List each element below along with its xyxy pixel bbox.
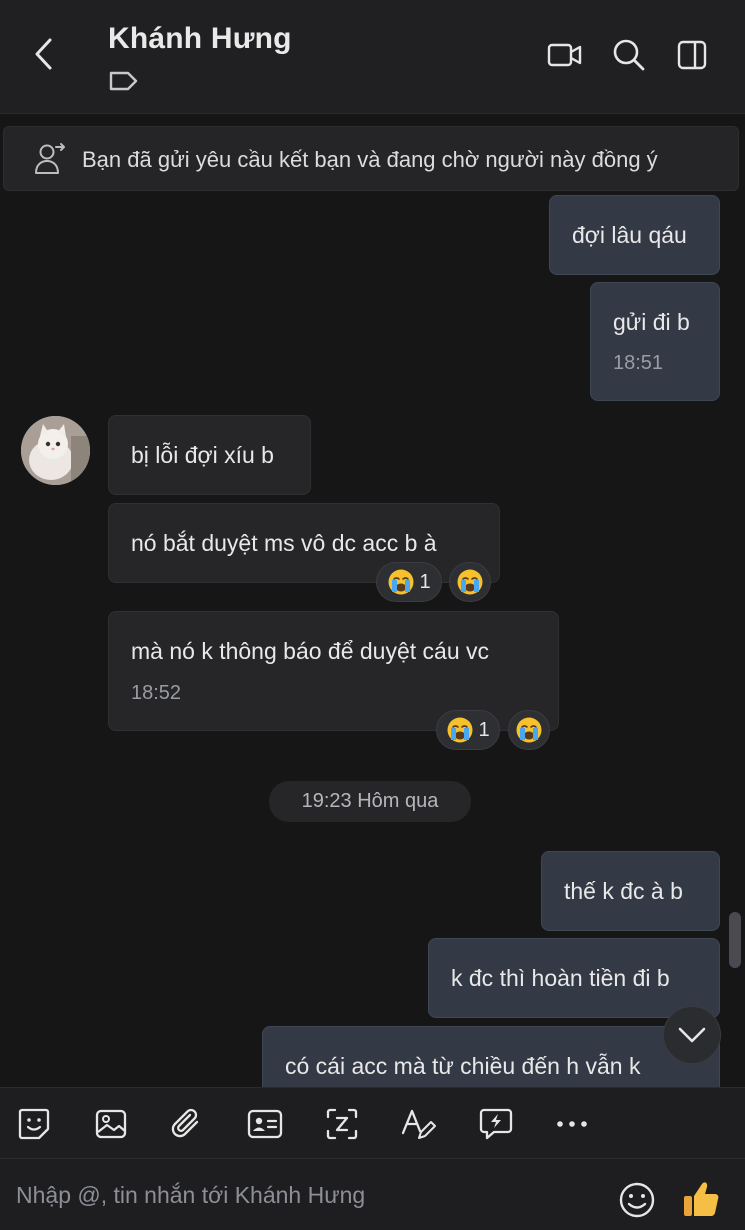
crying-face-emoji-icon xyxy=(457,569,483,595)
crying-face-emoji-icon xyxy=(447,717,473,743)
back-button[interactable] xyxy=(26,34,62,74)
reaction-count-badge[interactable]: 1 xyxy=(436,710,500,750)
message-bubble-sent[interactable]: thế k đc à b xyxy=(541,851,720,931)
user-request-icon xyxy=(35,143,65,174)
emoji-button[interactable] xyxy=(617,1180,657,1220)
attachment-icon xyxy=(171,1108,199,1138)
tag-icon xyxy=(109,71,138,91)
reaction-count: 1 xyxy=(419,570,431,593)
contact-card-icon xyxy=(247,1109,283,1139)
side-panel-icon xyxy=(677,40,707,70)
back-icon xyxy=(35,38,52,70)
add-reaction-button[interactable] xyxy=(449,562,491,602)
add-reaction-button[interactable] xyxy=(508,710,550,750)
contact-card-button[interactable] xyxy=(245,1104,285,1144)
scrollbar-thumb[interactable] xyxy=(729,912,741,968)
reaction-count: 1 xyxy=(478,718,490,741)
crying-face-emoji-icon xyxy=(388,569,414,595)
scroll-to-bottom-button[interactable] xyxy=(663,1006,721,1064)
quick-message-button[interactable] xyxy=(476,1104,516,1144)
message-bubble-sent[interactable]: k đc thì hoàn tiền đi b xyxy=(428,938,720,1018)
side-panel-button[interactable] xyxy=(672,36,712,74)
message-text: có cái acc mà từ chiều đến h vẫn k xyxy=(285,1053,641,1079)
message-text: gửi đi b xyxy=(613,309,690,335)
message-text: k đc thì hoàn tiền đi b xyxy=(451,965,670,991)
message-time: 18:51 xyxy=(613,352,664,374)
contact-name[interactable]: Khánh Hưng xyxy=(108,22,292,56)
sticker-icon xyxy=(18,1108,50,1140)
composer-toolbar xyxy=(0,1087,745,1159)
more-icon xyxy=(557,1121,587,1127)
crying-face-emoji-icon xyxy=(516,717,542,743)
tag-button[interactable] xyxy=(108,68,140,94)
quick-like-button[interactable] xyxy=(680,1178,722,1220)
message-text: bị lỗi đợi xíu b xyxy=(131,442,274,468)
search-icon xyxy=(613,39,645,71)
date-separator: 19:23 Hôm qua xyxy=(269,781,471,822)
message-text: mà nó k thông báo để duyệt cáu vc xyxy=(131,638,490,664)
image-icon xyxy=(95,1109,127,1139)
chat-window: Khánh Hưng Bạn đã gửi yêu cầu kết bạn và… xyxy=(0,0,745,1230)
video-call-button[interactable] xyxy=(545,36,585,74)
emoji-icon xyxy=(619,1182,655,1218)
avatar-cat-image xyxy=(21,416,90,485)
thumbs-up-icon xyxy=(684,1182,719,1216)
image-button[interactable] xyxy=(91,1104,131,1144)
quick-message-icon xyxy=(479,1108,513,1140)
chat-header: Khánh Hưng xyxy=(0,0,745,114)
text-format-button[interactable] xyxy=(398,1104,438,1144)
search-button[interactable] xyxy=(609,36,649,74)
reaction-count-badge[interactable]: 1 xyxy=(376,562,442,602)
more-options-button[interactable] xyxy=(552,1104,592,1144)
message-bubble-received[interactable]: bị lỗi đợi xíu b xyxy=(108,415,311,495)
message-bubble-received[interactable]: nó bắt duyệt ms vô dc acc b à xyxy=(108,503,500,583)
message-input[interactable] xyxy=(16,1175,596,1215)
message-bubble-sent[interactable]: gửi đi b 18:51 xyxy=(590,282,720,401)
message-bubble-sent[interactable]: đợi lâu qáu xyxy=(549,195,720,275)
screenshot-button[interactable] xyxy=(322,1104,362,1144)
message-text: nó bắt duyệt ms vô dc acc b à xyxy=(131,530,437,556)
friend-request-banner: Bạn đã gửi yêu cầu kết bạn và đang chờ n… xyxy=(3,126,739,191)
message-text: thế k đc à b xyxy=(564,878,683,904)
attachment-button[interactable] xyxy=(167,1104,207,1144)
text-format-icon xyxy=(401,1109,436,1139)
message-time: 18:52 xyxy=(131,682,182,704)
friend-request-text: Bạn đã gửi yêu cầu kết bạn và đang chờ n… xyxy=(82,147,658,172)
message-text: đợi lâu qáu xyxy=(572,222,687,248)
avatar[interactable] xyxy=(21,416,90,485)
sticker-button[interactable] xyxy=(14,1104,54,1144)
chevron-down-icon xyxy=(678,1027,706,1043)
video-call-icon xyxy=(547,43,582,67)
screenshot-icon xyxy=(326,1108,358,1140)
